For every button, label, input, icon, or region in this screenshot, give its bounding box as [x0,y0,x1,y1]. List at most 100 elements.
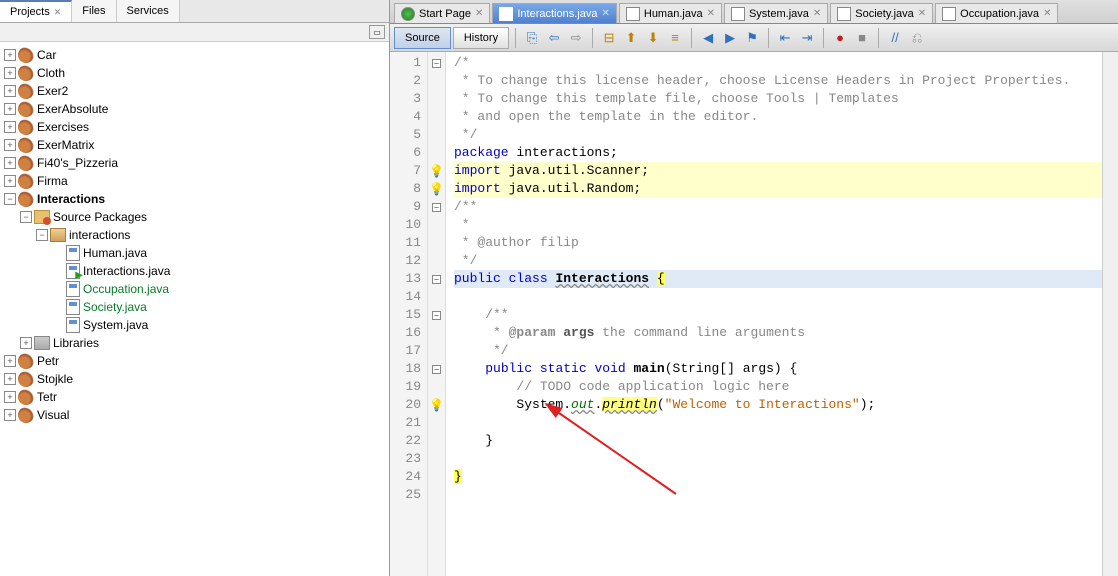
tab-files[interactable]: Files [72,0,116,22]
file-occupation[interactable]: Occupation.java [0,280,389,298]
tab-projects[interactable]: Projects✕ [0,0,72,22]
expand-icon[interactable]: + [4,391,16,403]
collapse-icon[interactable]: − [4,193,16,205]
hint-bulb-icon[interactable]: 💡 [429,180,444,198]
line-number[interactable]: 15 [390,306,427,324]
project-exercises[interactable]: +Exercises [0,118,389,136]
tab-society-java[interactable]: Society.java✕ [830,3,933,23]
minimize-icon[interactable]: ▭ [369,25,385,39]
previous-bookmark-icon[interactable]: ◀ [698,28,718,48]
source-view-button[interactable]: Source [394,27,451,49]
close-icon[interactable]: ✕ [54,7,62,18]
stop-macro-icon[interactable]: ■ [852,28,872,48]
line-number[interactable]: 10 [390,216,427,234]
line-number[interactable]: 12 [390,252,427,270]
line-number[interactable]: 16 [390,324,427,342]
fold-icon[interactable]: − [432,365,441,374]
expand-icon[interactable]: + [4,373,16,385]
fold-icon[interactable]: − [432,275,441,284]
expand-icon[interactable]: + [4,103,16,115]
project-firma[interactable]: +Firma [0,172,389,190]
close-icon[interactable]: ✕ [475,8,483,19]
project-petr[interactable]: +Petr [0,352,389,370]
code-editor[interactable]: /* * To change this license header, choo… [446,52,1102,576]
expand-icon[interactable]: + [4,49,16,61]
next-bookmark-icon[interactable]: ▶ [720,28,740,48]
line-number[interactable]: 6 [390,144,427,162]
line-number[interactable]: 3 [390,90,427,108]
project-exerabsolute[interactable]: +ExerAbsolute [0,100,389,118]
line-number[interactable]: 19 [390,378,427,396]
line-number[interactable]: 7 [390,162,427,180]
line-number[interactable]: 20 [390,396,427,414]
project-tetr[interactable]: +Tetr [0,388,389,406]
start-macro-icon[interactable]: ● [830,28,850,48]
line-number[interactable]: 21 [390,414,427,432]
close-icon[interactable]: ✕ [707,8,715,19]
file-interactions[interactable]: Interactions.java [0,262,389,280]
project-stojkle[interactable]: +Stojkle [0,370,389,388]
line-number[interactable]: 18 [390,360,427,378]
expand-icon[interactable]: + [4,409,16,421]
node-source-packages[interactable]: −Source Packages [0,208,389,226]
vertical-scrollbar[interactable] [1102,52,1118,576]
fold-icon[interactable]: − [432,59,441,68]
line-number[interactable]: 23 [390,450,427,468]
last-edit-icon[interactable]: ⎘ [522,28,542,48]
line-number[interactable]: 4 [390,108,427,126]
tab-interactions-java[interactable]: Interactions.java✕ [492,3,617,23]
hint-bulb-icon[interactable]: 💡 [429,162,444,180]
tab-human-java[interactable]: Human.java✕ [619,3,722,23]
fold-icon[interactable]: − [432,311,441,320]
file-system[interactable]: System.java [0,316,389,334]
project-car[interactable]: +Car [0,46,389,64]
expand-icon[interactable]: + [4,139,16,151]
project-exermatrix[interactable]: +ExerMatrix [0,136,389,154]
comment-icon[interactable]: // [885,28,905,48]
find-previous-icon[interactable]: ⬆ [621,28,641,48]
tab-occupation-java[interactable]: Occupation.java✕ [935,3,1058,23]
collapse-icon[interactable]: − [36,229,48,241]
file-human[interactable]: Human.java [0,244,389,262]
uncomment-icon[interactable]: ⎌ [907,28,927,48]
line-number[interactable]: 13 [390,270,427,288]
line-number[interactable]: 14 [390,288,427,306]
tab-services[interactable]: Services [117,0,180,22]
file-society[interactable]: Society.java [0,298,389,316]
back-icon[interactable]: ⇦ [544,28,564,48]
line-number[interactable]: 5 [390,126,427,144]
node-libraries[interactable]: +Libraries [0,334,389,352]
line-number[interactable]: 11 [390,234,427,252]
node-package-interactions[interactable]: −interactions [0,226,389,244]
expand-icon[interactable]: + [4,67,16,79]
shift-right-icon[interactable]: ⇥ [797,28,817,48]
line-number[interactable]: 2 [390,72,427,90]
find-next-icon[interactable]: ⬇ [643,28,663,48]
fold-icon[interactable]: − [432,203,441,212]
project-exer2[interactable]: +Exer2 [0,82,389,100]
collapse-icon[interactable]: − [20,211,32,223]
error-bulb-icon[interactable]: 💡 [429,396,444,414]
expand-icon[interactable]: + [20,337,32,349]
line-number[interactable]: 24 [390,468,427,486]
line-number[interactable]: 22 [390,432,427,450]
expand-icon[interactable]: + [4,175,16,187]
project-visual[interactable]: +Visual [0,406,389,424]
expand-icon[interactable]: + [4,157,16,169]
line-number[interactable]: 1 [390,54,427,72]
shift-left-icon[interactable]: ⇤ [775,28,795,48]
line-number[interactable]: 9 [390,198,427,216]
expand-icon[interactable]: + [4,121,16,133]
close-icon[interactable]: ✕ [813,8,821,19]
toggle-bookmark-icon[interactable]: ⚑ [742,28,762,48]
tab-start-page[interactable]: Start Page✕ [394,3,490,23]
line-number[interactable]: 8 [390,180,427,198]
expand-icon[interactable]: + [4,355,16,367]
close-icon[interactable]: ✕ [601,8,609,19]
project-cloth[interactable]: +Cloth [0,64,389,82]
close-icon[interactable]: ✕ [1043,8,1051,19]
find-selection-icon[interactable]: ⊟ [599,28,619,48]
toggle-highlight-icon[interactable]: ≡ [665,28,685,48]
tab-system-java[interactable]: System.java✕ [724,3,828,23]
history-view-button[interactable]: History [453,27,509,49]
